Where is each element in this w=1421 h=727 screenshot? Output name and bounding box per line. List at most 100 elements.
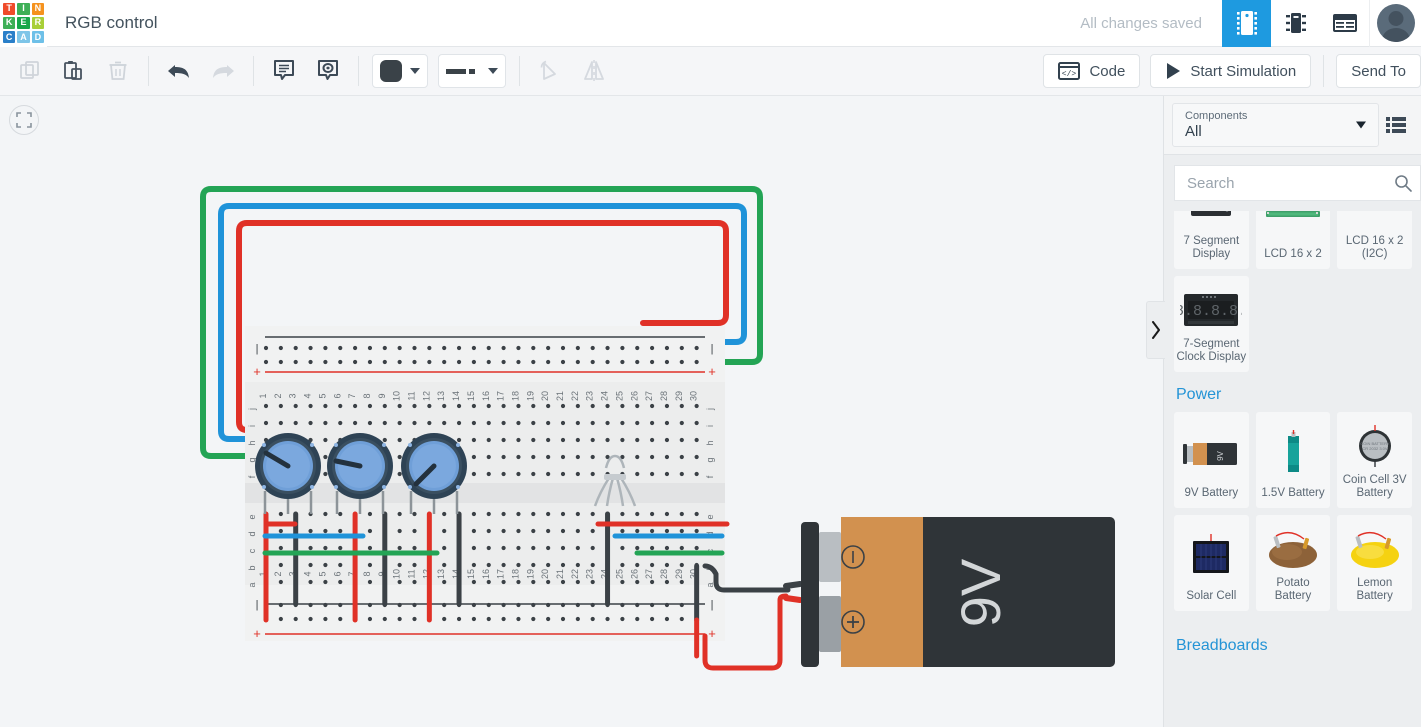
line-style-preview (446, 68, 480, 74)
svg-text:22: 22 (570, 391, 580, 401)
highlight-button[interactable] (306, 50, 350, 92)
rotate-button[interactable] (528, 50, 572, 92)
power-components-grid: 9V 9V Battery 1.5V Battery COIN BATTERY … (1164, 412, 1421, 611)
panel-list-view-button[interactable] (1379, 103, 1413, 147)
component-list-view-button[interactable] (1320, 0, 1369, 47)
note-button[interactable] (262, 50, 306, 92)
svg-text:4: 4 (303, 393, 313, 398)
schematic-view-button[interactable] (1271, 0, 1320, 47)
svg-text:23: 23 (585, 391, 595, 401)
copy-button[interactable] (8, 50, 52, 92)
component-card-7-segment-display[interactable]: 7 Segment Display (1174, 211, 1249, 269)
tinkercad-logo[interactable]: TIN KER CAD (0, 0, 47, 47)
svg-text:|: | (256, 599, 259, 611)
logo-tile-r: R (31, 16, 44, 30)
svg-text:20: 20 (540, 391, 550, 401)
code-button-label: Code (1089, 62, 1126, 80)
svg-text:15: 15 (466, 569, 476, 579)
component-card-1-5v-battery[interactable]: 1.5V Battery (1255, 412, 1331, 508)
section-title-breadboards: Breadboards (1176, 637, 1268, 654)
style-group (359, 47, 519, 96)
fit-to-screen-button[interactable] (9, 105, 39, 135)
svg-text:|: | (256, 343, 259, 355)
color-swatch (380, 60, 402, 82)
component-card-7-segment-clock-display[interactable]: 8.8.8.8. 7-Segment Clock Display (1174, 276, 1249, 372)
components-filter-value: All (1185, 123, 1202, 140)
svg-text:17: 17 (496, 391, 506, 401)
mirror-button[interactable] (572, 50, 616, 92)
svg-text:29: 29 (674, 391, 684, 401)
svg-text:g: g (705, 457, 715, 462)
svg-text:28: 28 (659, 391, 669, 401)
solar-cell-icon (1174, 521, 1249, 590)
svg-text:5: 5 (317, 393, 327, 398)
svg-text:a: a (705, 582, 715, 587)
component-card-lcd-16x2[interactable]: LCD 16 x 2 (1255, 211, 1331, 269)
svg-text:10: 10 (392, 391, 402, 401)
components-filter-dropdown[interactable]: Components All (1172, 103, 1379, 147)
search-row (1164, 155, 1421, 211)
redo-button[interactable] (201, 50, 245, 92)
list-view-icon (1386, 117, 1406, 133)
svg-text:a: a (247, 582, 257, 587)
svg-text:18: 18 (510, 391, 520, 401)
send-to-button[interactable]: Send To (1336, 54, 1421, 88)
component-card-solar-cell[interactable]: Solar Cell (1174, 515, 1249, 611)
breadboard-view-button[interactable] (1222, 0, 1271, 47)
clock-display-grid: 8.8.8.8. 7-Segment Clock Display (1164, 276, 1421, 372)
circuit-canvas[interactable]: | | + + | | + + 1 2 3 4 5 6 7 8 9 10 11 12 13 14 15 16 1… (0, 96, 1163, 727)
chip-icon (1285, 13, 1306, 33)
component-label: 7-Segment Clock Display (1176, 338, 1247, 363)
svg-text:30: 30 (689, 391, 699, 401)
search-input[interactable] (1187, 174, 1394, 192)
svg-text:e: e (247, 514, 257, 519)
avatar[interactable] (1376, 4, 1415, 42)
delete-button[interactable] (96, 50, 140, 92)
annotation-group (254, 47, 358, 96)
svg-text:j: j (705, 408, 715, 411)
search-icon[interactable] (1394, 174, 1412, 192)
svg-text:29: 29 (674, 569, 684, 579)
svg-text:10: 10 (392, 569, 402, 579)
components-list[interactable]: 7 Segment Display LCD 16 x 2 LCD 16 x 2 … (1164, 211, 1421, 727)
send-to-label: Send To (1351, 62, 1406, 80)
code-button[interactable]: </> Code (1043, 54, 1141, 88)
start-simulation-button[interactable]: Start Simulation (1150, 54, 1312, 88)
copy-icon (20, 61, 39, 79)
svg-text:+: + (708, 364, 716, 379)
search-container[interactable] (1174, 165, 1421, 201)
component-card-lcd-16x2-i2c[interactable]: LCD 16 x 2 (I2C) (1337, 211, 1412, 269)
component-label: LCD 16 x 2 (1264, 248, 1322, 260)
aa-battery-icon (1256, 418, 1331, 487)
component-card-potato-battery[interactable]: Potato Battery (1255, 515, 1331, 611)
svg-text:28: 28 (659, 569, 669, 579)
color-picker[interactable] (372, 54, 428, 88)
history-group (149, 47, 253, 96)
circuit-diagram[interactable]: | | + + | | + + 1 2 3 4 5 6 7 8 9 10 11 12 13 14 15 16 1… (0, 96, 1163, 727)
svg-text:2: 2 (273, 571, 283, 576)
code-window-icon: </> (1058, 62, 1081, 80)
svg-text:11: 11 (407, 569, 417, 578)
component-card-lemon-battery[interactable]: Lemon Battery (1337, 515, 1412, 611)
line-style-picker[interactable] (438, 54, 506, 88)
undo-button[interactable] (157, 50, 201, 92)
component-label: Lemon Battery (1356, 577, 1393, 602)
svg-text:26: 26 (629, 569, 639, 579)
paste-button[interactable] (52, 50, 96, 92)
svg-text:13: 13 (436, 569, 446, 579)
component-card-9v-battery[interactable]: 9V 9V Battery (1174, 412, 1249, 508)
logo-tile-k: K (3, 16, 16, 30)
svg-text:+: + (708, 626, 716, 641)
lemon-battery-icon (1337, 521, 1412, 577)
panel-collapse-handle[interactable] (1146, 301, 1165, 359)
potentiometer-2 (327, 433, 393, 514)
svg-text:6: 6 (332, 393, 342, 398)
highlight-icon (318, 60, 338, 80)
svg-text:25: 25 (614, 569, 624, 579)
component-card-coin-cell-3v-battery[interactable]: COIN BATTERY CR 2032 3.0V Coin Cell 3V B… (1337, 412, 1412, 508)
avatar-container[interactable] (1369, 0, 1421, 47)
svg-text:18: 18 (510, 569, 520, 579)
logo-tile-n: N (31, 2, 44, 15)
svg-text:9: 9 (377, 393, 387, 398)
potato-battery-icon (1256, 521, 1331, 577)
